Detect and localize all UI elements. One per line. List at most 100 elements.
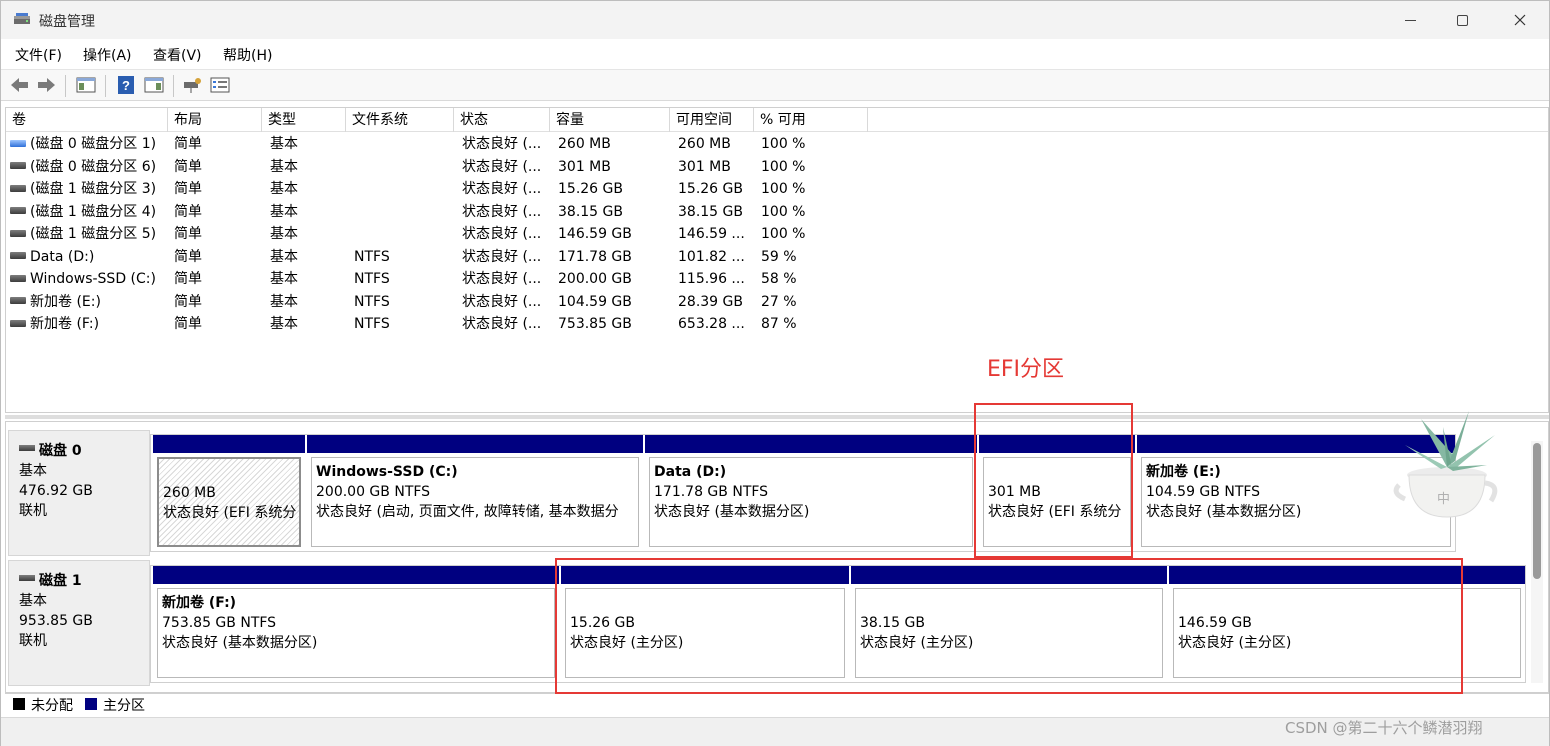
cell-filesystem: NTFS — [354, 248, 390, 265]
minimize-button[interactable] — [1381, 1, 1439, 39]
volume-name: Windows-SSD (C:) — [30, 271, 156, 287]
partition-c[interactable]: Windows-SSD (C:) 200.00 GB NTFS 状态良好 (启动… — [305, 435, 643, 551]
disk-state: 联机 — [19, 503, 47, 519]
toolbar-separator — [173, 75, 174, 97]
menu-help[interactable]: 帮助(H) — [223, 45, 272, 65]
column-header-percent-free[interactable]: % 可用 — [754, 108, 868, 132]
partition-body: Data (D:) 171.78 GB NTFS 状态良好 (基本数据分区) — [649, 457, 973, 547]
back-icon[interactable] — [9, 75, 31, 95]
partition-d[interactable]: Data (D:) 171.78 GB NTFS 状态良好 (基本数据分区) — [643, 435, 977, 551]
scrollbar-thumb[interactable] — [1533, 443, 1541, 579]
table-row[interactable]: 新加卷 (E:) 简单 基本 NTFS 状态良好 (... 104.59 GB 28.39 … — [6, 291, 1548, 313]
partition-title: Data (D:) — [654, 464, 727, 480]
cell-type: 基本 — [270, 271, 298, 287]
menu-action[interactable]: 操作(A) — [83, 45, 132, 65]
table-row[interactable]: (磁盘 0 磁盘分区 1) 简单 基本 状态良好 (... 260 MB 260 MB 10… — [6, 133, 1548, 155]
menu-view[interactable]: 查看(V) — [153, 45, 202, 65]
cell-percent-free: 87 % — [761, 316, 797, 332]
partition-size: 753.85 GB NTFS — [162, 615, 277, 631]
connect-icon[interactable] — [181, 75, 203, 95]
cell-layout: 简单 — [174, 136, 202, 152]
minimize-icon — [1404, 19, 1416, 21]
cell-volume: (磁盘 0 磁盘分区 6) — [6, 156, 168, 178]
cell-layout: 简单 — [174, 203, 202, 220]
table-row[interactable]: (磁盘 1 磁盘分区 5) 简单 基本 状态良好 (... 146.59 GB 146.5… — [6, 223, 1548, 245]
cell-type: 基本 — [270, 293, 298, 310]
cell-type: 基本 — [270, 248, 298, 265]
cell-capacity: 260 MB — [558, 136, 611, 152]
cell-layout: 简单 — [174, 316, 202, 332]
table-row[interactable]: (磁盘 1 磁盘分区 3) 简单 基本 状态良好 (... 15.26 GB 15.26 … — [6, 178, 1548, 200]
menu-file[interactable]: 文件(F) — [15, 45, 62, 65]
volume-name: (磁盘 1 磁盘分区 3) — [30, 181, 157, 197]
cell-free-space: 653.28 ... — [678, 316, 745, 332]
partition-size: 171.78 GB NTFS — [654, 484, 769, 500]
succulent-decoration-icon: 中 — [1393, 411, 1498, 518]
volume-name: (磁盘 1 磁盘分区 4) — [30, 203, 157, 220]
primary-partition-swatch — [85, 698, 97, 710]
partition-body: 新加卷 (F:) 753.85 GB NTFS 状态良好 (基本数据分区) — [157, 588, 555, 678]
maximize-icon — [1456, 14, 1468, 26]
cell-volume: (磁盘 0 磁盘分区 1) — [6, 133, 168, 155]
partition-f[interactable]: 新加卷 (F:) 753.85 GB NTFS 状态良好 (基本数据分区) — [151, 566, 559, 682]
cell-filesystem — [350, 133, 454, 155]
column-header-layout[interactable]: 布局 — [168, 108, 262, 132]
cell-percent-free: 100 % — [761, 226, 806, 242]
cell-status: 状态良好 (... — [462, 226, 542, 242]
cell-free-space: 28.39 GB — [678, 293, 743, 310]
cell-status: 状态良好 (... — [462, 316, 542, 332]
volume-icon — [10, 207, 26, 214]
annotation-box-efi — [974, 403, 1133, 558]
table-row[interactable]: (磁盘 1 磁盘分区 4) 简单 基本 状态良好 (... 38.15 GB 38.15 … — [6, 201, 1548, 223]
column-header-status[interactable]: 状态 — [454, 108, 550, 132]
cell-filesystem — [350, 201, 454, 223]
annotation-label: EFI分区 — [987, 357, 1065, 382]
forward-icon[interactable] — [35, 75, 57, 95]
partition-bar — [153, 566, 559, 584]
column-header-free-space[interactable]: 可用空间 — [670, 108, 754, 132]
cell-capacity: 104.59 GB — [558, 293, 632, 310]
pane-splitter[interactable] — [5, 415, 1549, 419]
cell-type: 基本 — [270, 316, 298, 332]
cell-status: 状态良好 (... — [462, 248, 542, 265]
cell-layout: 简单 — [174, 181, 202, 197]
cell-percent-free: 100 % — [761, 181, 806, 197]
table-row[interactable]: 新加卷 (F:) 简单 基本 NTFS 状态良好 (... 753.85 GB 653.28… — [6, 313, 1548, 335]
disk-1-label[interactable]: 磁盘 1 基本 953.85 GB 联机 — [8, 560, 150, 686]
list-icon[interactable] — [209, 75, 231, 95]
cell-percent-free: 59 % — [761, 248, 797, 265]
maximize-button[interactable] — [1433, 1, 1491, 39]
cell-filesystem: NTFS — [354, 293, 390, 310]
volume-name: 新加卷 (E:) — [30, 293, 101, 310]
column-header-type[interactable]: 类型 — [262, 108, 346, 132]
table-row[interactable]: Data (D:) 简单 基本 NTFS 状态良好 (... 171.78 GB 101.8… — [6, 246, 1548, 268]
disk-0-label[interactable]: 磁盘 0 基本 476.92 GB 联机 — [8, 430, 150, 556]
cell-free-space: 101.82 ... — [678, 248, 745, 265]
properties-icon[interactable] — [143, 75, 165, 95]
column-header-capacity[interactable]: 容量 — [550, 108, 670, 132]
partition-status: 状态良好 (基本数据分区) — [162, 635, 318, 651]
volume-name: (磁盘 0 磁盘分区 6) — [30, 158, 157, 175]
close-button[interactable] — [1491, 1, 1549, 39]
toolbar: ? — [1, 69, 1549, 101]
cell-capacity: 301 MB — [558, 158, 611, 175]
volume-icon — [10, 162, 26, 169]
column-header-filesystem[interactable]: 文件系统 — [346, 108, 454, 132]
cell-volume: 新加卷 (E:) — [6, 291, 168, 313]
column-header-volume[interactable]: 卷 — [6, 108, 168, 132]
disk-icon — [19, 575, 35, 581]
graph-scrollbar[interactable] — [1531, 441, 1543, 683]
table-row[interactable]: (磁盘 0 磁盘分区 6) 简单 基本 状态良好 (... 301 MB 301 MB 10… — [6, 156, 1548, 178]
cell-volume: Data (D:) — [6, 246, 168, 268]
partition-title: 新加卷 (F:) — [162, 595, 237, 611]
unallocated-swatch — [13, 698, 25, 710]
cell-status: 状态良好 (... — [462, 136, 542, 152]
partition-size: 200.00 GB NTFS — [316, 484, 431, 500]
table-row[interactable]: Windows-SSD (C:) 简单 基本 NTFS 状态良好 (... 200.00 … — [6, 268, 1548, 290]
volume-icon — [10, 319, 26, 327]
console-tree-icon[interactable] — [75, 75, 97, 95]
svg-text:?: ? — [122, 78, 130, 93]
disk-management-window: 磁盘管理 文件(F) 操作(A) 查看(V) 帮助(H) ? 卷 布局 类型 文… — [0, 0, 1550, 746]
help-icon[interactable]: ? — [115, 75, 137, 95]
partition-efi-260[interactable]: 260 MB 状态良好 (EFI 系统分 — [151, 435, 305, 551]
